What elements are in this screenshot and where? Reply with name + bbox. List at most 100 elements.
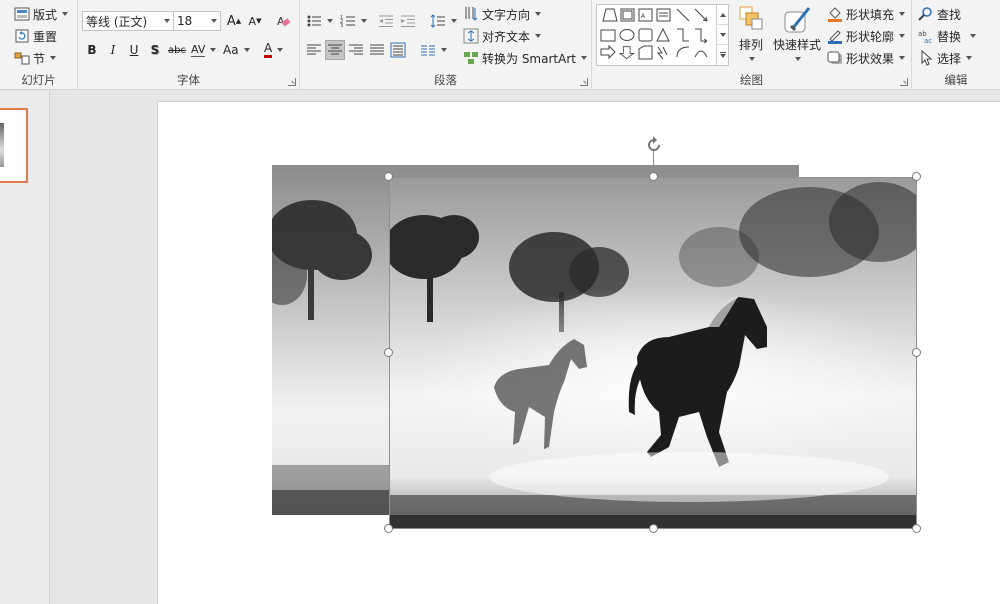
search-icon (918, 7, 932, 21)
paragraph-group: 123 文字方向 对齐文本 转换为 SmartArt 段落 (300, 0, 592, 90)
shapes-gallery-icons: A (600, 8, 708, 60)
arrange-button[interactable]: 排列 (736, 4, 766, 61)
line-spacing-icon (430, 14, 445, 28)
editing-group: 查找 ab ac 替换 选择 编辑 (912, 0, 1000, 90)
font-color-button[interactable]: A (264, 40, 284, 60)
replace-icon: abac (918, 30, 932, 44)
drawing-dialog-launcher-icon[interactable] (900, 78, 908, 86)
bullets-button[interactable] (306, 11, 333, 31)
ribbon: 版式 重置 节 幻灯片 等线 (正文) 18 A ▲ A ▼ A B I U S… (0, 0, 1000, 90)
numbering-icon: 123 (340, 15, 355, 29)
cursor-arrow-icon (921, 50, 933, 66)
rotate-handle-icon[interactable] (644, 135, 664, 155)
quick-styles-button[interactable]: 快速样式 (772, 4, 822, 61)
resize-handle-bottom[interactable] (649, 524, 658, 533)
shape-outline-button[interactable]: 形状轮廓 (827, 26, 906, 46)
columns-button[interactable] (420, 40, 447, 60)
reset-icon (14, 28, 30, 44)
shape-fill-button[interactable]: 形状填充 (827, 4, 906, 24)
arrange-icon (739, 6, 763, 30)
slide-thumbnail-pane (0, 91, 50, 604)
select-button[interactable]: 选择 (918, 48, 973, 68)
align-right-icon (349, 44, 363, 55)
find-button[interactable]: 查找 (918, 4, 961, 24)
gallery-more-icon[interactable] (717, 45, 728, 65)
bullets-icon (307, 15, 321, 27)
resize-handle-left[interactable] (384, 348, 393, 357)
drawing-group-label: 绘图 (740, 73, 763, 87)
line-spacing-button[interactable] (430, 11, 457, 31)
align-left-button[interactable] (304, 40, 324, 60)
text-direction-icon (465, 7, 478, 21)
resize-handle-bottom-left[interactable] (384, 524, 393, 533)
decrease-indent-button[interactable] (376, 11, 396, 31)
slide-thumbnail[interactable] (0, 108, 28, 183)
font-name-combo[interactable]: 等线 (正文) (82, 11, 174, 31)
slides-group: 版式 重置 节 幻灯片 (0, 0, 78, 90)
align-left-icon (307, 44, 321, 55)
paragraph-dialog-launcher-icon[interactable] (580, 78, 588, 86)
chevron-down-icon (211, 19, 217, 23)
thumbnail-image (0, 123, 4, 167)
indent-icon (401, 15, 415, 27)
bold-button[interactable]: B (82, 40, 102, 60)
resize-handle-top[interactable] (649, 172, 658, 181)
align-center-icon (328, 44, 342, 55)
layout-icon (14, 6, 30, 22)
quick-styles-icon (784, 7, 811, 33)
chevron-down-icon (164, 19, 170, 23)
shrink-font-button[interactable]: A ▼ (245, 11, 265, 31)
strikethrough-button[interactable]: abc (166, 40, 188, 60)
resize-handle-bottom-right[interactable] (912, 524, 921, 533)
shape-effects-icon (827, 51, 842, 64)
text-direction-button[interactable]: 文字方向 (463, 4, 542, 24)
justify-button[interactable] (367, 40, 387, 60)
gallery-down-icon[interactable] (717, 25, 728, 45)
italic-button[interactable]: I (103, 40, 123, 60)
eraser-icon: A (277, 15, 291, 28)
increase-indent-button[interactable] (398, 11, 418, 31)
svg-text:ac: ac (924, 37, 932, 44)
font-dialog-launcher-icon[interactable] (288, 78, 296, 86)
columns-icon (421, 45, 435, 56)
align-right-button[interactable] (346, 40, 366, 60)
grow-font-button[interactable]: A ▲ (224, 11, 244, 31)
font-size-combo[interactable]: 18 (173, 11, 221, 31)
gallery-scroll[interactable] (716, 5, 728, 65)
justify-icon (370, 44, 384, 55)
slides-group-label: 幻灯片 (21, 73, 56, 87)
change-case-button[interactable]: Aa (223, 40, 250, 60)
convert-smartart-button[interactable]: 转换为 SmartArt (463, 48, 587, 68)
align-center-button[interactable] (325, 40, 345, 60)
distributed-icon (390, 42, 406, 58)
paint-bucket-icon (828, 7, 842, 22)
clear-format-button[interactable]: A (274, 11, 294, 31)
underline-button[interactable]: U (124, 40, 144, 60)
resize-handle-right[interactable] (912, 348, 921, 357)
shadow-button[interactable]: S (145, 40, 165, 60)
svg-text:3: 3 (340, 23, 343, 29)
align-text-button[interactable]: 对齐文本 (463, 26, 542, 46)
section-button[interactable]: 节 (14, 48, 57, 68)
outdent-icon (379, 15, 393, 27)
font-group: 等线 (正文) 18 A ▲ A ▼ A B I U S abc AV Aa A 字… (78, 0, 300, 90)
shape-effects-button[interactable]: 形状效果 (827, 48, 906, 68)
section-icon (14, 50, 30, 66)
font-group-label: 字体 (177, 73, 200, 87)
selection-frame (389, 177, 917, 529)
resize-handle-top-right[interactable] (912, 172, 921, 181)
distributed-button[interactable] (388, 40, 408, 60)
resize-handle-top-left[interactable] (384, 172, 393, 181)
char-spacing-button[interactable]: AV (191, 40, 217, 60)
gallery-up-icon[interactable] (717, 5, 728, 25)
layout-button[interactable]: 版式 (14, 4, 69, 24)
editing-group-label: 编辑 (944, 73, 968, 87)
svg-text:A: A (641, 13, 646, 20)
pen-outline-icon (828, 30, 842, 44)
paragraph-group-label: 段落 (434, 73, 457, 87)
align-text-icon (463, 28, 479, 44)
replace-button[interactable]: ab ac 替换 (918, 26, 977, 46)
reset-button[interactable]: 重置 (14, 26, 57, 46)
shapes-gallery[interactable]: A (596, 4, 729, 66)
numbering-button[interactable]: 123 (340, 11, 367, 31)
